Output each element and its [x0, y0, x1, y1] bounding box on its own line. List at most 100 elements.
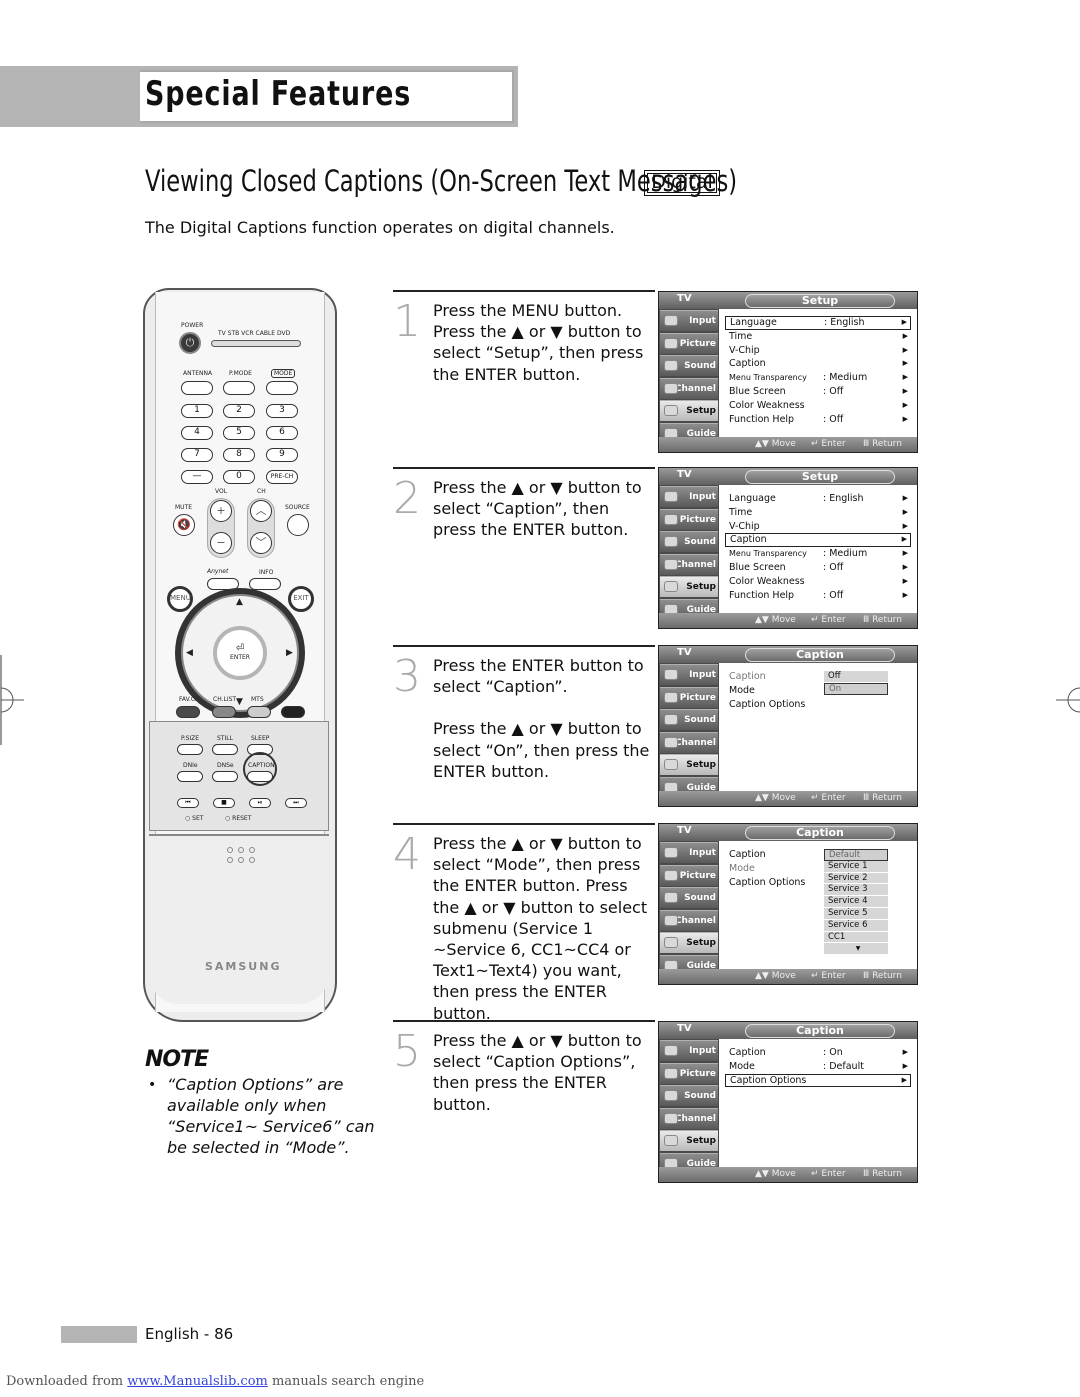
- volume-up-icon[interactable]: +: [210, 500, 232, 522]
- osd-menu-item[interactable]: Time ▶: [725, 330, 911, 344]
- osd-dropdown-option[interactable]: Service 6: [824, 919, 888, 932]
- osd-menu-item[interactable]: Blue Screen: Off ▶: [725, 561, 911, 575]
- osd-tab-channel[interactable]: Channel: [660, 731, 718, 753]
- osd-menu-item[interactable]: Caption Options ▶: [725, 1073, 911, 1088]
- osd-menu-item[interactable]: Color Weakness ▶: [725, 575, 911, 589]
- menu-button[interactable]: MENU: [167, 586, 193, 612]
- digit-button[interactable]: 3: [266, 404, 298, 418]
- digit-button[interactable]: 0: [223, 470, 255, 484]
- dpad-right-icon[interactable]: ▶: [286, 648, 293, 658]
- enter-button[interactable]: ⏎ ENTER: [213, 626, 267, 680]
- osd-menu-item[interactable]: Menu Transparency: Medium ▶: [725, 547, 911, 561]
- digit-button[interactable]: 8: [223, 448, 255, 462]
- osd-menu-item[interactable]: Menu Transparency: Medium ▶: [725, 371, 911, 385]
- red-button[interactable]: [176, 706, 200, 718]
- osd-tab-picture[interactable]: Picture: [660, 508, 718, 530]
- osd-dropdown-option[interactable]: CC1: [824, 931, 888, 944]
- osd-dropdown-option[interactable]: Service 4: [824, 896, 888, 908]
- osd-tab-setup[interactable]: Setup: [660, 576, 718, 597]
- dnse-button[interactable]: [212, 771, 238, 782]
- osd-dropdown-option[interactable]: Off: [824, 671, 888, 683]
- osd-tab-input[interactable]: Input: [660, 842, 718, 863]
- osd-tab-setup[interactable]: Setup: [660, 400, 718, 421]
- green-button[interactable]: [212, 706, 236, 718]
- osd-tab-picture[interactable]: Picture: [660, 864, 718, 886]
- osd-tab-input[interactable]: Input: [660, 664, 718, 685]
- osd-dropdown-option[interactable]: Service 2: [824, 872, 888, 885]
- channel-up-icon[interactable]: ︿: [250, 500, 272, 522]
- still-button[interactable]: [212, 744, 238, 755]
- osd-tab-input[interactable]: Input: [660, 486, 718, 507]
- osd-tab-setup[interactable]: Setup: [660, 1130, 718, 1151]
- digit-button[interactable]: 4: [181, 426, 213, 440]
- osd-menu-item[interactable]: Caption: On ▶: [725, 1046, 911, 1060]
- digit-button[interactable]: 1: [181, 404, 213, 418]
- dnie-button[interactable]: [177, 771, 203, 782]
- osd-menu-item[interactable]: Function Help: Off ▶: [725, 589, 911, 603]
- osd-tab-sound[interactable]: Sound: [660, 887, 718, 908]
- digit-button[interactable]: 2: [223, 404, 255, 418]
- osd-tab-picture[interactable]: Picture: [660, 1062, 718, 1084]
- osd-dropdown-option[interactable]: ▼: [824, 943, 888, 956]
- volume-down-icon[interactable]: −: [210, 532, 232, 554]
- mute-icon[interactable]: 🔇: [173, 514, 195, 536]
- digit-button[interactable]: 5: [223, 426, 255, 440]
- osd-menu-item[interactable]: Caption Options: [725, 698, 911, 712]
- osd-menu-item[interactable]: Blue Screen: Off ▶: [725, 385, 911, 399]
- osd-tab-channel[interactable]: Channel: [660, 553, 718, 575]
- osd-menu-item[interactable]: Language: English ▶: [725, 492, 911, 506]
- stop-button[interactable]: ■: [213, 798, 235, 808]
- osd-menu-item[interactable]: V-Chip ▶: [725, 344, 911, 358]
- osd-menu-item[interactable]: V-Chip ▶: [725, 520, 911, 534]
- antenna-button[interactable]: [181, 381, 213, 395]
- dpad-down-icon[interactable]: ▼: [236, 697, 243, 707]
- osd-tab-picture[interactable]: Picture: [660, 332, 718, 354]
- digit-button[interactable]: 6: [266, 426, 298, 440]
- power-icon[interactable]: ⏻: [179, 332, 201, 354]
- digit-button[interactable]: —: [181, 470, 213, 484]
- osd-tab-sound[interactable]: Sound: [660, 355, 718, 376]
- play-pause-button[interactable]: ⏯: [249, 798, 271, 808]
- osd-dropdown-option[interactable]: Service 1: [824, 860, 888, 873]
- osd-menu-item[interactable]: Caption ▶: [725, 357, 911, 371]
- osd-tab-sound[interactable]: Sound: [660, 531, 718, 552]
- channel-down-icon[interactable]: ﹀: [250, 532, 272, 554]
- caption-button[interactable]: [247, 771, 273, 782]
- digit-button[interactable]: PRE-CH: [266, 470, 298, 484]
- osd-tab-channel[interactable]: Channel: [660, 1107, 718, 1129]
- osd-tab-sound[interactable]: Sound: [660, 709, 718, 730]
- osd-menu-item[interactable]: Time ▶: [725, 506, 911, 520]
- psize-button[interactable]: [177, 744, 203, 755]
- blue-button[interactable]: [281, 706, 305, 718]
- osd-tab-setup[interactable]: Setup: [660, 754, 718, 775]
- osd-tab-channel[interactable]: Channel: [660, 377, 718, 399]
- fast-forward-button[interactable]: ⏭: [285, 798, 307, 808]
- manualslib-link[interactable]: www.Manualslib.com: [127, 1374, 268, 1389]
- osd-tab-sound[interactable]: Sound: [660, 1085, 718, 1106]
- osd-tab-picture[interactable]: Picture: [660, 686, 718, 708]
- osd-tab-channel[interactable]: Channel: [660, 909, 718, 931]
- osd-menu-item[interactable]: Color Weakness ▶: [725, 399, 911, 413]
- osd-dropdown-option[interactable]: Service 3: [824, 884, 888, 897]
- osd-tab-setup[interactable]: Setup: [660, 932, 718, 953]
- osd-dropdown-option[interactable]: Default: [824, 849, 888, 861]
- osd-tab-input[interactable]: Input: [660, 1040, 718, 1061]
- pmode-button[interactable]: [223, 381, 255, 395]
- osd-menu-item[interactable]: Caption ▶: [725, 533, 911, 548]
- osd-dropdown-option[interactable]: Service 5: [824, 907, 888, 920]
- osd-dropdown-option[interactable]: On: [824, 682, 888, 695]
- rewind-button[interactable]: ⏮: [177, 798, 199, 808]
- source-button[interactable]: [287, 514, 309, 536]
- info-button[interactable]: [249, 578, 281, 590]
- osd-menu-item[interactable]: Language: English ▶: [725, 316, 911, 330]
- digit-button[interactable]: 7: [181, 448, 213, 462]
- yellow-button[interactable]: [247, 706, 271, 718]
- osd-menu-item[interactable]: Mode: Default ▶: [725, 1060, 911, 1074]
- digit-button[interactable]: 9: [266, 448, 298, 462]
- mode-button[interactable]: [266, 381, 298, 395]
- exit-button[interactable]: EXIT: [288, 586, 314, 612]
- osd-menu-item[interactable]: Function Help: Off ▶: [725, 413, 911, 427]
- osd-tab-input[interactable]: Input: [660, 310, 718, 331]
- dpad-left-icon[interactable]: ◀: [186, 648, 193, 658]
- dpad-up-icon[interactable]: ▲: [236, 597, 243, 607]
